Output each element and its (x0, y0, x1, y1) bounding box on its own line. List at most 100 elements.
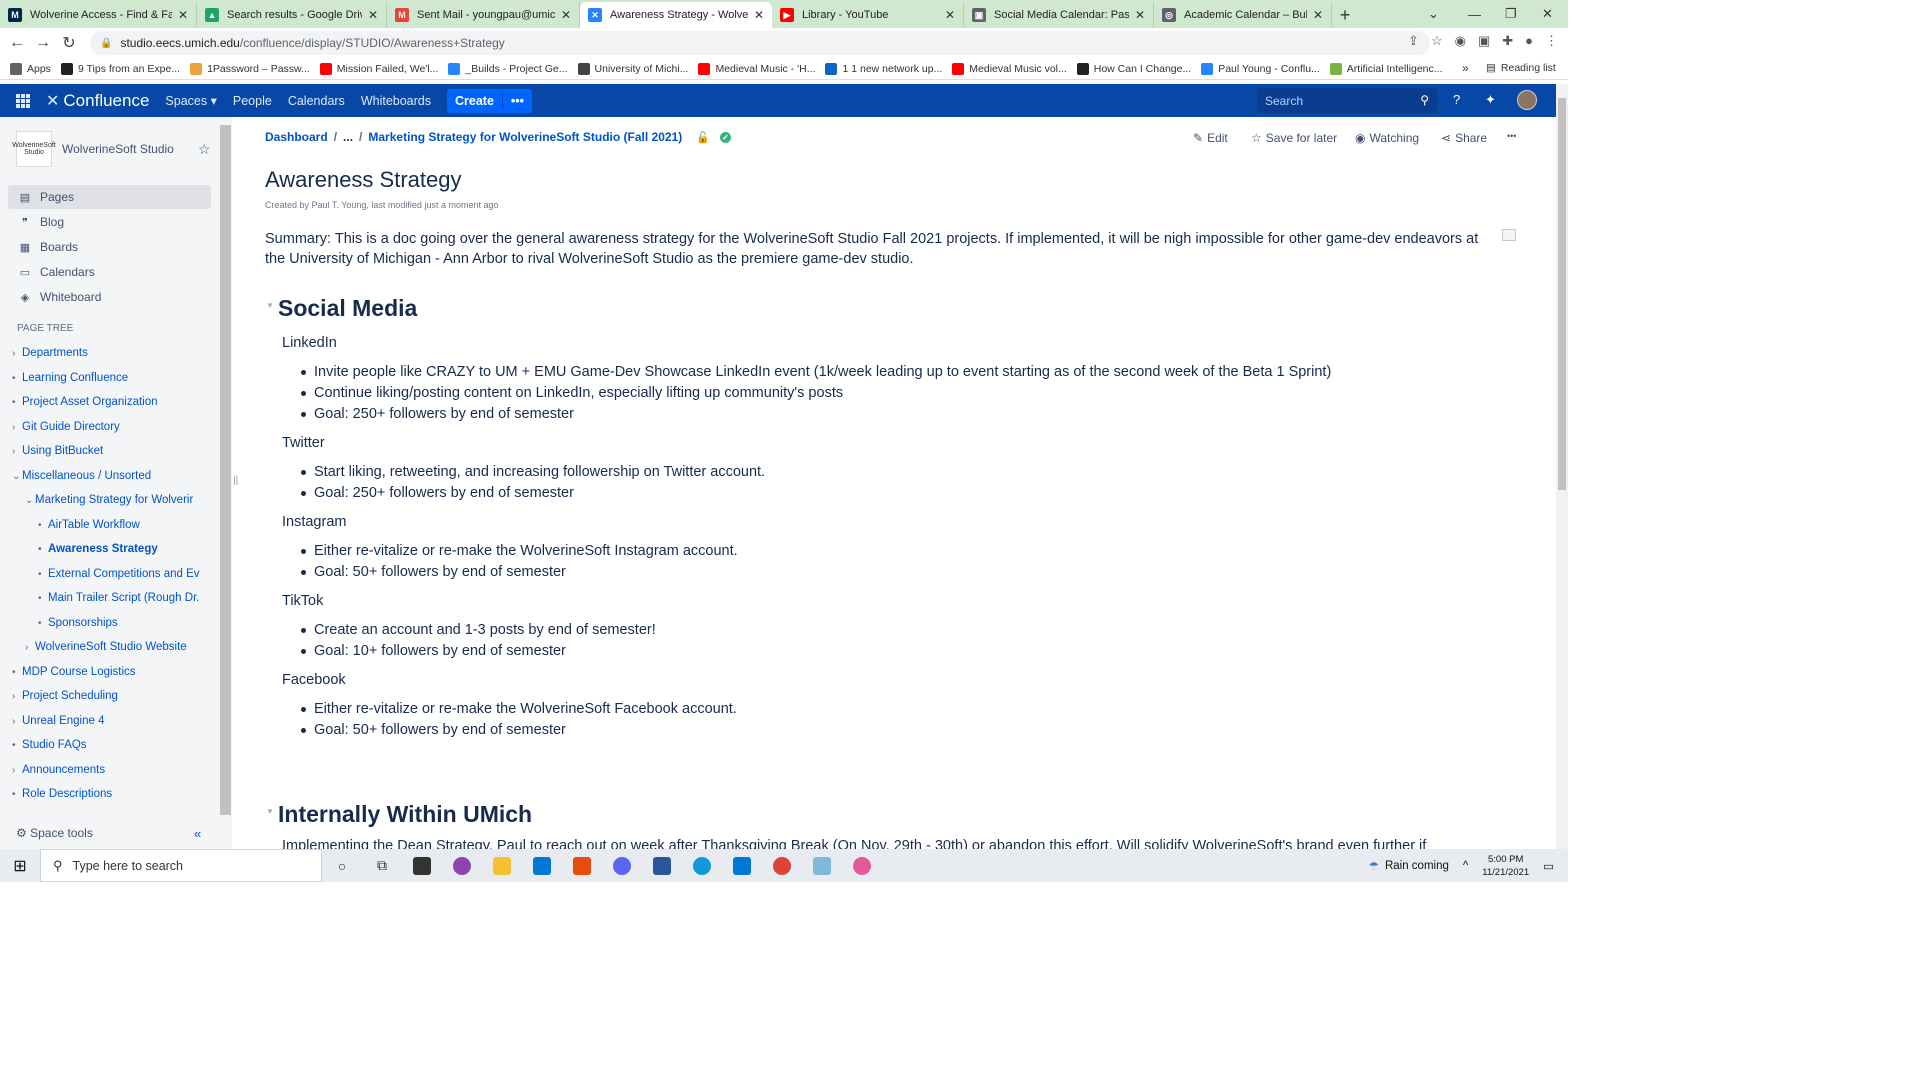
edit-button[interactable]: ✎ Edit (1193, 131, 1228, 145)
weather-label[interactable]: Rain coming (1385, 860, 1449, 872)
more-actions-icon[interactable]: ••• (1507, 131, 1516, 141)
collapse-triangle-icon[interactable]: ▼ (266, 301, 274, 310)
sidebar-item-boards[interactable]: ▦ Boards (8, 235, 211, 259)
create-more-icon[interactable]: ••• (501, 93, 532, 108)
chevron-icon[interactable]: ⌄ (12, 471, 22, 482)
page-tree-item[interactable]: • Awareness Strategy (38, 543, 158, 555)
browser-tab[interactable]: ◎ Academic Calendar – Bulletin ✕ (1154, 2, 1332, 28)
page-tree-item[interactable]: › Announcements (12, 764, 105, 776)
mail-icon[interactable] (522, 849, 562, 882)
sidebar-item-whiteboard[interactable]: ◈ Whiteboard (8, 285, 211, 309)
help-icon[interactable]: ? (1453, 92, 1460, 107)
search-input[interactable]: Search ⚲ (1257, 88, 1437, 113)
bookmark-item[interactable]: Apps (10, 62, 51, 75)
bookmark-item[interactable]: Medieval Music - 'H... (698, 62, 815, 75)
chevron-icon[interactable]: › (25, 642, 35, 653)
page-tree-item[interactable]: › WolverineSoft Studio Website (25, 641, 187, 653)
close-icon[interactable]: ✕ (754, 8, 764, 22)
space-name[interactable]: WolverineSoft Studio (62, 142, 174, 156)
browser-tab[interactable]: ▲ Search results - Google Drive ✕ (197, 2, 387, 28)
word-icon[interactable] (642, 849, 682, 882)
edge-icon[interactable] (682, 849, 722, 882)
breadcrumb-ellipsis[interactable]: ... (343, 130, 353, 144)
chevron-icon[interactable]: › (12, 691, 22, 702)
extension-icon[interactable]: ▣ (1478, 33, 1490, 49)
nav-whiteboards[interactable]: Whiteboards (361, 94, 431, 108)
create-button[interactable]: Create ••• (447, 88, 533, 113)
reading-list-button[interactable]: ▤ Reading list (1486, 62, 1556, 74)
tray-chevron-icon[interactable]: ^ (1463, 860, 1468, 872)
close-window-icon[interactable]: ✕ (1542, 0, 1553, 28)
chevron-icon[interactable]: › (12, 716, 22, 727)
notifications-icon[interactable]: ✦ (1485, 92, 1496, 108)
sidebar-item-calendars[interactable]: ▭ Calendars (8, 260, 211, 284)
restrictions-icon[interactable]: 🔓 (696, 131, 710, 144)
sidebar-item-blog[interactable]: ❞ Blog (8, 210, 211, 234)
close-icon[interactable]: ✕ (1135, 8, 1145, 22)
close-icon[interactable]: ✕ (368, 8, 378, 22)
browser-tab[interactable]: ▶ Library - YouTube ✕ (772, 2, 964, 28)
more-bookmarks-icon[interactable]: » (1462, 61, 1469, 75)
nav-calendars[interactable]: Calendars (288, 94, 345, 108)
minimize-icon[interactable]: — (1468, 0, 1481, 28)
chevron-icon[interactable]: ⌄ (25, 495, 35, 506)
close-icon[interactable]: ✕ (561, 8, 571, 22)
chevron-icon[interactable]: › (12, 422, 22, 433)
page-tree-item[interactable]: › Using BitBucket (12, 445, 103, 457)
browser-tab[interactable]: ▣ Social Media Calendar: Passwor ✕ (964, 2, 1154, 28)
page-tree-item[interactable]: › Departments (12, 347, 88, 359)
sidebar-scrollbar[interactable] (220, 125, 231, 815)
bookmark-item[interactable]: How Can I Change... (1076, 62, 1191, 75)
save-for-later-button[interactable]: ☆ Save for later (1251, 131, 1337, 145)
space-tools-button[interactable]: ⚙ Space tools (16, 826, 93, 840)
nav-people[interactable]: People (233, 94, 272, 108)
url-input[interactable]: 🔒 studio.eecs.umich.edu/confluence/displ… (90, 31, 1430, 55)
page-tree-item[interactable]: • Project Asset Organization (12, 396, 158, 408)
page-tree-item[interactable]: • External Competitions and Ev (38, 568, 200, 580)
task-view-icon[interactable]: ⧉ (362, 849, 402, 882)
app-icon[interactable] (802, 849, 842, 882)
close-icon[interactable]: ✕ (178, 8, 188, 22)
page-tree-item[interactable]: • AirTable Workflow (38, 519, 140, 531)
cortana-icon[interactable]: ○ (322, 849, 362, 882)
page-tree-item[interactable]: › Git Guide Directory (12, 421, 120, 433)
puzzle-icon[interactable]: ✚ (1502, 33, 1513, 49)
browser-tab[interactable]: ✕ Awareness Strategy - Wolverine ✕ (580, 2, 772, 28)
profile-avatar[interactable]: ● (1525, 33, 1533, 49)
star-icon[interactable]: ☆ (198, 141, 211, 158)
collapse-triangle-icon[interactable]: ▼ (266, 807, 274, 816)
browser-tab[interactable]: M Sent Mail - youngpau@umich.e ✕ (387, 2, 580, 28)
collapse-sidebar-icon[interactable]: « (194, 826, 201, 841)
bookmark-item[interactable]: Medieval Music vol... (952, 62, 1067, 75)
bookmark-item[interactable]: 1Password – Passw... (190, 62, 310, 75)
nav-spaces[interactable]: Spaces ▾ (165, 93, 216, 108)
bookmark-item[interactable]: Artificial Intelligenc... (1329, 62, 1443, 75)
page-tree-item[interactable]: › Project Scheduling (12, 690, 118, 702)
reload-icon[interactable]: ↻ (56, 33, 82, 53)
bookmark-item[interactable]: _Builds - Project Ge... (448, 62, 568, 75)
restore-icon[interactable]: ❐ (1505, 0, 1517, 28)
browser-tab[interactable]: M Wolverine Access - Find & Favor ✕ (0, 2, 197, 28)
tab-search-icon[interactable]: ⌄ (1428, 0, 1439, 28)
app-switcher-icon[interactable] (16, 93, 30, 108)
confluence-logo[interactable]: ✕ Confluence (46, 91, 149, 111)
itunes-icon[interactable] (842, 849, 882, 882)
share-page-icon[interactable]: ⇪ (1408, 33, 1419, 49)
user-avatar[interactable] (1517, 90, 1537, 110)
page-tree-item[interactable]: ⌄ Marketing Strategy for Wolverir (25, 494, 193, 506)
close-icon[interactable]: ✕ (945, 8, 955, 22)
new-tab-icon[interactable]: + (1332, 2, 1358, 28)
breadcrumb-dashboard[interactable]: Dashboard (265, 130, 328, 144)
extension-icon[interactable]: ◉ (1455, 33, 1466, 49)
sidebar-item-pages[interactable]: ▤ Pages (8, 185, 211, 209)
page-tree-item[interactable]: • Learning Confluence (12, 372, 128, 384)
page-tree-item[interactable]: ⌄ Miscellaneous / Unsorted (12, 470, 151, 482)
forward-icon[interactable]: → (30, 34, 56, 52)
bookmark-item[interactable]: Mission Failed, We'l... (319, 62, 438, 75)
inline-comment-icon[interactable] (1502, 229, 1516, 241)
clock[interactable]: 5:00 PM 11/21/2021 (1482, 853, 1529, 879)
chrome-icon[interactable] (762, 849, 802, 882)
chevron-icon[interactable]: › (12, 765, 22, 776)
watching-button[interactable]: ◉ Watching (1355, 131, 1419, 145)
page-tree-item[interactable]: • MDP Course Logistics (12, 666, 136, 678)
